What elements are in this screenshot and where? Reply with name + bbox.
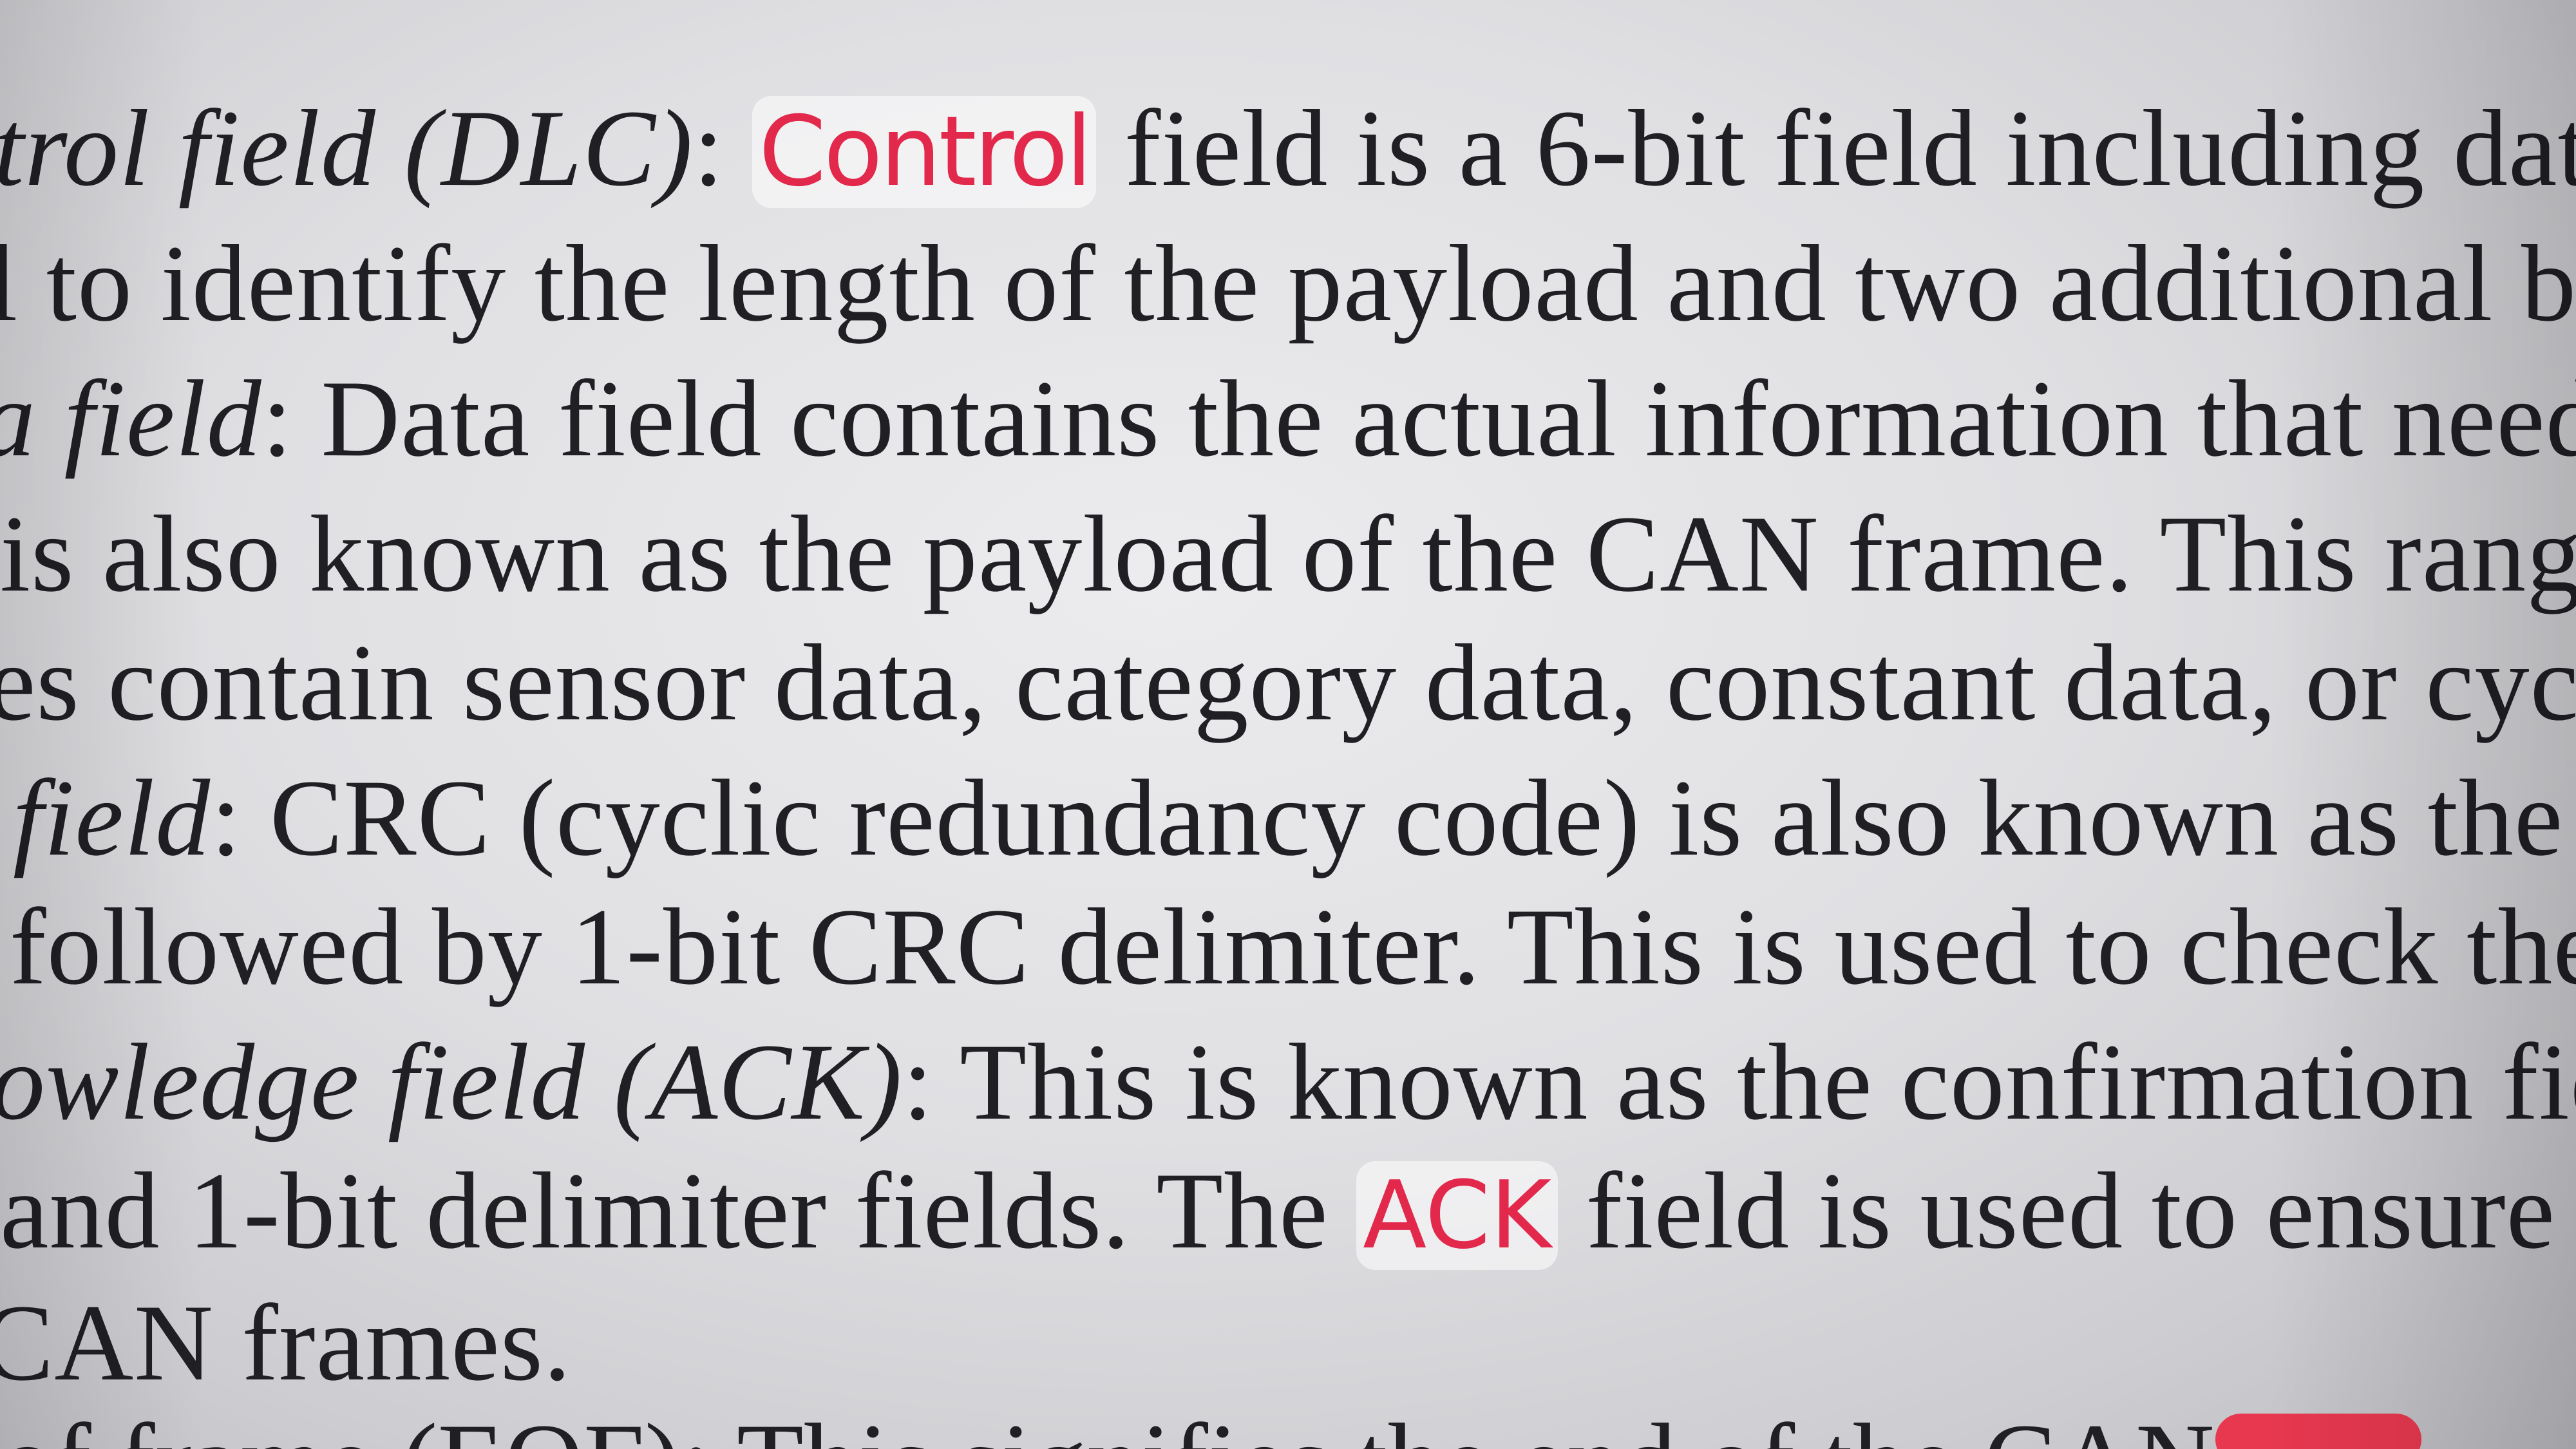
term-label-data-field: a field — [0, 358, 262, 479]
red-ink-mark — [2215, 1414, 2421, 1449]
label-separator: : — [261, 358, 293, 479]
line-text: is also known as the payload of the CAN … — [0, 493, 2576, 614]
line-text: es contain sensor data, category data, c… — [0, 622, 2576, 743]
term-label-dlc: trol field (DLC) — [0, 88, 694, 209]
handwritten-annotation-ack: ACK — [1356, 1161, 1558, 1270]
text-line-7: followed by 1-bit CRC delimiter. This is… — [10, 882, 2576, 1011]
line-text: field is used to ensure t — [1558, 1150, 2576, 1271]
text-line-4: is also known as the payload of the CAN … — [0, 489, 2576, 618]
text-line-3: a field: Data field contains the actual … — [0, 354, 2576, 483]
line-text: followed by 1-bit CRC delimiter. This is… — [10, 886, 2576, 1007]
line-text: Data field contains the actual informati… — [292, 358, 2576, 479]
text-line-10: CAN frames. — [0, 1278, 571, 1407]
line-text: CAN frames. — [0, 1282, 572, 1403]
text-line-1: trol field (DLC): Control field is a 6-b… — [0, 84, 2576, 213]
label-separator: : — [211, 757, 242, 878]
text-line-9: and 1-bit delimiter fields. The ACK fiel… — [0, 1146, 2576, 1275]
partial-bottom-line: of frame (EOF): This signifies the end o… — [0, 1397, 2576, 1449]
line-text: field is a 6-bit field including data — [1096, 88, 2576, 209]
term-label-ack: owledge field (ACK) — [0, 1021, 903, 1142]
line-text: l to identify the length of the payload … — [0, 223, 2576, 344]
text-line-6: field: CRC (cyclic redundancy code) is a… — [13, 753, 2563, 882]
line-text: This is known as the confirmation fiel — [933, 1021, 2576, 1142]
text-line-8: owledge field (ACK): This is known as th… — [0, 1018, 2576, 1146]
line-text: and 1-bit delimiter fields. The — [0, 1150, 1357, 1271]
line-text: CRC (cyclic redundancy code) is also kno… — [242, 757, 2564, 878]
book-page: trol field (DLC): Control field is a 6-b… — [0, 0, 2576, 1449]
label-separator: : — [693, 88, 724, 209]
text-line-5: es contain sensor data, category data, c… — [0, 618, 2576, 747]
handwritten-annotation-control: Control — [752, 96, 1097, 208]
term-label-crc-field: field — [13, 757, 211, 878]
label-separator: : — [902, 1021, 934, 1142]
text-line-2: l to identify the length of the payload … — [0, 219, 2576, 348]
